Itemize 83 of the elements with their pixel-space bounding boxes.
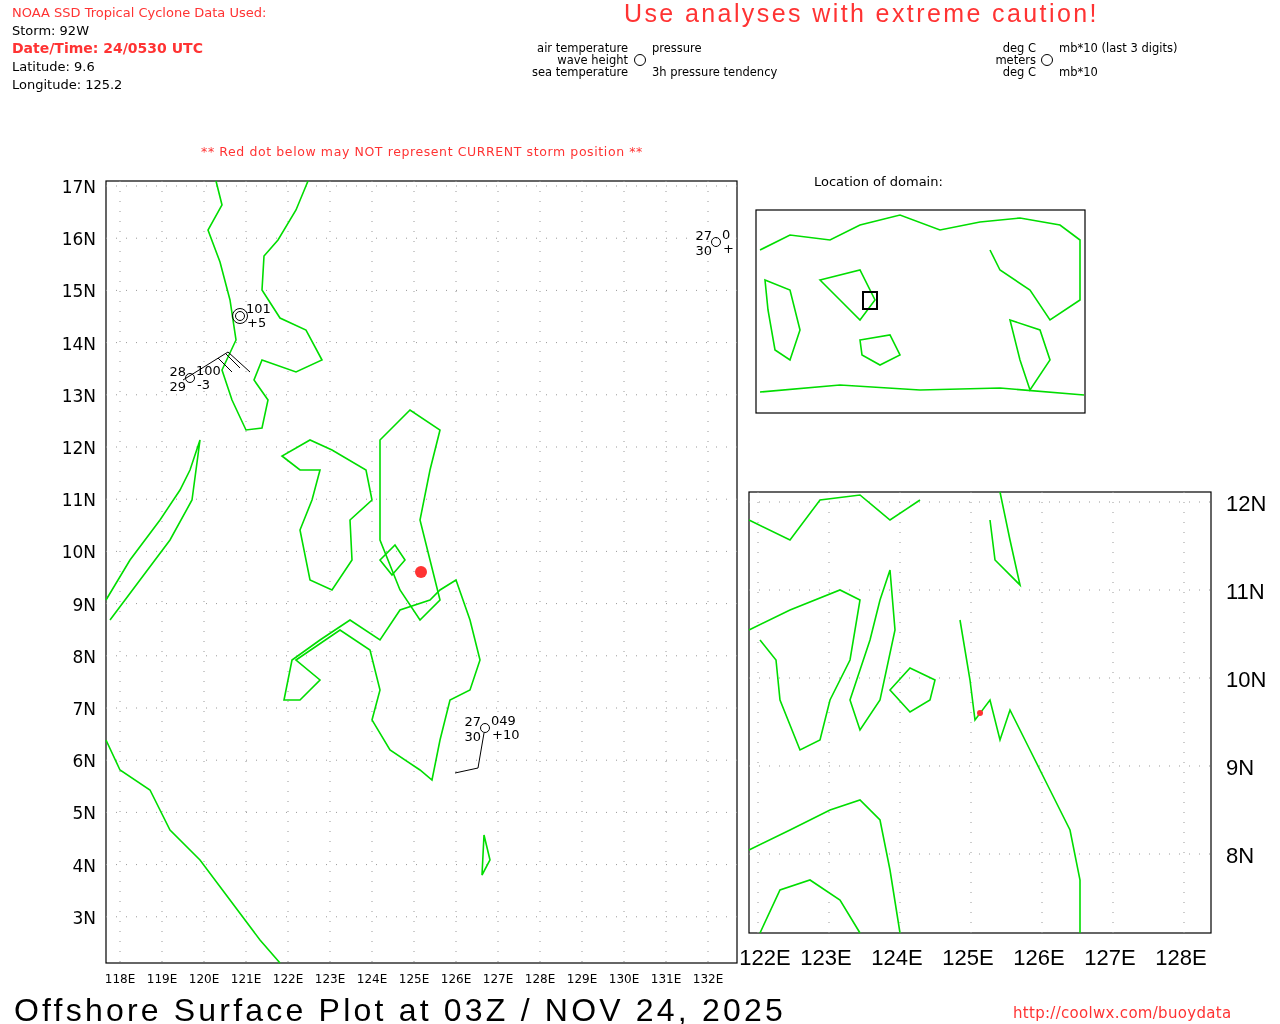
- longitude-tick-label: 122E: [739, 945, 791, 970]
- storm-position-dot: [977, 710, 983, 716]
- unit-label: meters: [995, 53, 1036, 67]
- longitude-tick-label: 125E: [398, 972, 430, 986]
- longitude-tick-label: 124E: [871, 945, 923, 970]
- latitude-tick-label: 9N: [72, 594, 96, 615]
- latitude-tick-label: 8N: [1226, 843, 1255, 868]
- storm-label: Storm: 92W: [12, 23, 89, 38]
- station-value: 30: [464, 729, 481, 744]
- longitude-tick-label: 119E: [146, 972, 178, 986]
- longitude-tick-label: 128E: [524, 972, 556, 986]
- station-circle-icon: [634, 54, 646, 66]
- latitude-tick-label: 4N: [72, 855, 96, 876]
- latitude-tick-label: 12N: [61, 438, 96, 458]
- domain-map-title: Location of domain:: [814, 174, 943, 189]
- legend-label: air temperature: [537, 41, 628, 55]
- unit-label: mb*10: [1059, 65, 1098, 79]
- longitude-tick-label: 131E: [650, 972, 682, 986]
- station-value: 27: [695, 228, 712, 243]
- latitude-tick-label: 6N: [72, 751, 96, 772]
- station-value: -3: [197, 377, 210, 392]
- latitude-tick-label: 11N: [61, 490, 96, 511]
- data-source-title: NOAA SSD Tropical Cyclone Data Used:: [12, 5, 267, 20]
- station-value: 101: [246, 301, 271, 316]
- latitude-tick-label: 3N: [72, 907, 96, 928]
- longitude-tick-label: 129E: [566, 972, 598, 986]
- station-value: 049: [491, 713, 516, 728]
- longitude-tick-label: 123E: [314, 972, 346, 986]
- station-value: 100: [196, 363, 221, 378]
- unit-label: mb*10 (last 3 digits): [1059, 41, 1178, 55]
- station-value: 30: [695, 243, 712, 258]
- latitude-tick-label: 5N: [72, 803, 96, 824]
- domain-box-icon: [862, 291, 878, 310]
- latitude-tick-label: 16N: [61, 229, 96, 250]
- longitude-tick-label: 121E: [230, 972, 262, 986]
- longitude-label: Longitude: 125.2: [12, 77, 123, 92]
- station-circle-icon: [185, 373, 195, 383]
- longitude-tick-label: 130E: [608, 972, 640, 986]
- longitude-tick-label: 123E: [800, 945, 852, 970]
- longitude-tick-label: 125E: [942, 945, 994, 970]
- longitude-tick-label: 126E: [440, 972, 472, 986]
- station-circle-icon: [711, 237, 721, 247]
- station-value: +: [723, 241, 734, 256]
- latitude-tick-label: 10N: [1226, 667, 1267, 692]
- latitude-tick-label: 13N: [61, 385, 96, 406]
- legend-label: sea temperature: [531, 65, 628, 79]
- longitude-tick-label: 132E: [692, 972, 724, 986]
- storm-position-dot: [415, 566, 427, 578]
- datetime-label: Date/Time: 24/0530 UTC: [12, 40, 203, 56]
- source-link[interactable]: http://coolwx.com/buoydata: [1013, 1004, 1232, 1022]
- station-value: 27: [464, 714, 481, 729]
- latitude-tick-label: 8N: [72, 646, 96, 667]
- station-value: +5: [247, 315, 267, 330]
- longitude-tick-label: 128E: [1155, 945, 1207, 970]
- longitude-tick-label: 127E: [482, 972, 514, 986]
- latitude-tick-label: 14N: [61, 333, 96, 354]
- longitude-tick-label: 120E: [188, 972, 220, 986]
- latitude-tick-label: 17N: [61, 177, 96, 197]
- station-circle-icon: [1041, 54, 1053, 66]
- longitude-tick-label: 118E: [104, 972, 136, 986]
- caution-heading: Use analyses with extreme caution!: [624, 0, 1099, 27]
- station-value: +10: [492, 727, 520, 742]
- legend-label: pressure: [652, 41, 702, 55]
- latitude-tick-label: 9N: [1226, 755, 1255, 780]
- station-value: 29: [169, 379, 186, 394]
- station-value: 0: [722, 227, 731, 242]
- latitude-label: Latitude: 9.6: [12, 59, 95, 74]
- latitude-tick-label: 12N: [1226, 491, 1267, 516]
- latitude-tick-label: 15N: [61, 281, 96, 302]
- longitude-tick-label: 124E: [356, 972, 388, 986]
- station-circle-icon: [480, 723, 490, 733]
- unit-label: deg C: [1002, 65, 1036, 79]
- storm-position-note: ** Red dot below may NOT represent CURRENT storm position **: [201, 144, 643, 159]
- longitude-tick-label: 126E: [1013, 945, 1065, 970]
- unit-label: deg C: [1002, 41, 1036, 55]
- latitude-tick-label: 7N: [72, 699, 96, 719]
- longitude-tick-label: 127E: [1084, 945, 1136, 970]
- longitude-tick-label: 122E: [272, 972, 304, 986]
- latitude-tick-label: 10N: [61, 542, 96, 563]
- station-value: 28: [169, 364, 186, 379]
- wind-barb-icon: [454, 732, 485, 774]
- latitude-tick-label: 11N: [1226, 579, 1265, 604]
- legend-label: 3h pressure tendency: [652, 65, 778, 79]
